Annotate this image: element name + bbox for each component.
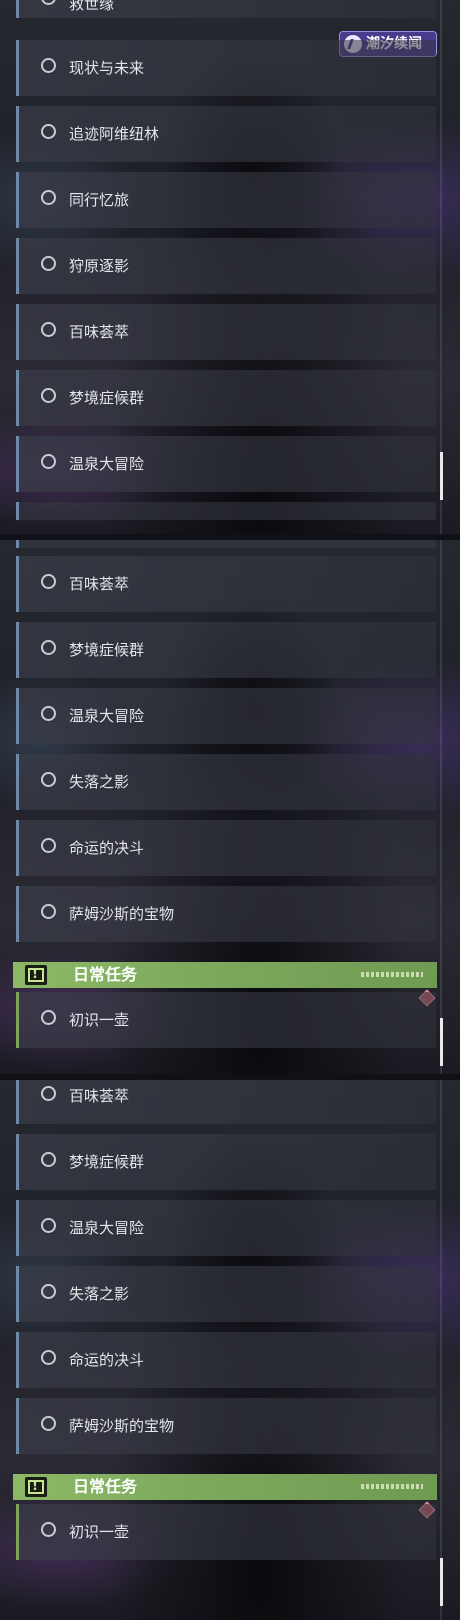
- radio-circle-icon: [41, 1010, 56, 1025]
- radio-circle-icon: [41, 454, 56, 469]
- quest-item-label: 狩原逐影: [69, 257, 130, 275]
- scrollbar[interactable]: [440, 0, 443, 540]
- quest-item-label: 百味荟萃: [69, 1087, 130, 1105]
- quest-item[interactable]: 温泉大冒险: [16, 436, 436, 492]
- radio-circle-icon: [41, 706, 56, 721]
- quest-item[interactable]: 梦境症候群: [16, 370, 436, 426]
- quest-item-partial[interactable]: [16, 540, 436, 548]
- quest-item[interactable]: 狩原逐影: [16, 238, 436, 294]
- quest-item-label: 温泉大冒险: [69, 455, 145, 473]
- radio-circle-icon: [41, 0, 56, 5]
- radio-circle-icon: [41, 256, 56, 271]
- quest-item-label: 梦境症候群: [69, 641, 145, 659]
- quest-item-label: 萨姆沙斯的宝物: [69, 905, 175, 923]
- scrollbar-thumb[interactable]: [440, 1018, 443, 1066]
- daily-quest-title: 日常任务: [73, 965, 138, 984]
- quest-item-label: 现状与未来: [69, 59, 145, 77]
- quest-item[interactable]: 追迹阿维纽林: [16, 106, 436, 162]
- quest-item-label: 救世缘: [69, 0, 115, 13]
- quest-item[interactable]: 百味荟萃: [16, 1080, 436, 1124]
- radio-circle-icon: [41, 322, 56, 337]
- daily-quest-item-label: 初识一壶: [69, 1011, 130, 1029]
- daily-quest-item[interactable]: 初识一壶: [16, 992, 436, 1048]
- radio-circle-icon: [41, 58, 56, 73]
- quest-item-label: 失落之影: [69, 1285, 130, 1303]
- quest-item[interactable]: 梦境症候群: [16, 622, 436, 678]
- exclamation-box-icon: [25, 1477, 47, 1497]
- daily-quest-item[interactable]: 初识一壶: [16, 1504, 436, 1560]
- quest-item-label: 命运的决斗: [69, 1351, 145, 1369]
- radio-circle-icon: [41, 124, 56, 139]
- quest-item[interactable]: 命运的决斗: [16, 820, 436, 876]
- radio-circle-icon: [41, 838, 56, 853]
- quest-item-partial[interactable]: [16, 502, 436, 520]
- radio-circle-icon: [41, 904, 56, 919]
- quest-item-label: 萨姆沙斯的宝物: [69, 1417, 175, 1435]
- quest-item[interactable]: 命运的决斗: [16, 1332, 436, 1388]
- quest-item-label: 梦境症候群: [69, 1153, 145, 1171]
- daily-quest-header[interactable]: 日常任务: [13, 1474, 437, 1500]
- quest-item-label: 命运的决斗: [69, 839, 145, 857]
- exclamation-box-icon: [25, 965, 47, 985]
- radio-circle-icon: [41, 1218, 56, 1233]
- quest-item-label: 梦境症候群: [69, 389, 145, 407]
- quest-item[interactable]: 同行忆旅: [16, 172, 436, 228]
- quest-item[interactable]: 萨姆沙斯的宝物: [16, 1398, 436, 1454]
- quest-item-label: 温泉大冒险: [69, 1219, 145, 1237]
- radio-circle-icon: [41, 1284, 56, 1299]
- radio-circle-icon: [41, 1086, 56, 1101]
- quest-item-partial[interactable]: 救世缘: [16, 0, 436, 18]
- radio-circle-icon: [41, 772, 56, 787]
- radio-circle-icon: [41, 190, 56, 205]
- radio-circle-icon: [41, 388, 56, 403]
- quest-item-label: 百味荟萃: [69, 323, 130, 341]
- radio-circle-icon: [41, 1152, 56, 1167]
- quest-item[interactable]: 百味荟萃: [16, 304, 436, 360]
- quest-item-label: 追迹阿维纽林: [69, 125, 160, 143]
- scrollbar[interactable]: [440, 1080, 443, 1620]
- quest-item[interactable]: 温泉大冒险: [16, 1200, 436, 1256]
- quest-item[interactable]: 萨姆沙斯的宝物: [16, 886, 436, 942]
- quest-item-label: 失落之影: [69, 773, 130, 791]
- daily-quest-item-label: 初识一壶: [69, 1523, 130, 1541]
- quest-item[interactable]: 失落之影: [16, 754, 436, 810]
- quest-item-label: 温泉大冒险: [69, 707, 145, 725]
- quest-item[interactable]: 失落之影: [16, 1266, 436, 1322]
- quest-list-panel-1: 救世缘 潮汐续闻 现状与未来 追迹阿维纽林 同行忆旅 狩原逐影 百味荟萃 梦境症…: [0, 0, 460, 540]
- scrollbar[interactable]: [440, 540, 443, 1080]
- decorative-stripes: [361, 972, 423, 977]
- radio-circle-icon: [41, 574, 56, 589]
- scrollbar-thumb[interactable]: [440, 1558, 443, 1606]
- quest-item[interactable]: 百味荟萃: [16, 556, 436, 612]
- decorative-stripes: [361, 1484, 423, 1489]
- quest-list-panel-3: 百味荟萃 梦境症候群 温泉大冒险 失落之影 命运的决斗 萨姆沙斯的宝物 日常任务…: [0, 1080, 460, 1620]
- quest-item-label: 同行忆旅: [69, 191, 130, 209]
- radio-circle-icon: [41, 1350, 56, 1365]
- quest-item[interactable]: 温泉大冒险: [16, 688, 436, 744]
- quest-item[interactable]: 现状与未来: [16, 40, 436, 96]
- radio-circle-icon: [41, 640, 56, 655]
- quest-list-panel-2: 百味荟萃 梦境症候群 温泉大冒险 失落之影 命运的决斗 萨姆沙斯的宝物 日常任务…: [0, 540, 460, 1080]
- scrollbar-thumb[interactable]: [440, 452, 443, 500]
- daily-quest-title: 日常任务: [73, 1477, 138, 1496]
- quest-item-label: 百味荟萃: [69, 575, 130, 593]
- daily-quest-header[interactable]: 日常任务: [13, 962, 437, 988]
- radio-circle-icon: [41, 1416, 56, 1431]
- radio-circle-icon: [41, 1522, 56, 1537]
- quest-item[interactable]: 梦境症候群: [16, 1134, 436, 1190]
